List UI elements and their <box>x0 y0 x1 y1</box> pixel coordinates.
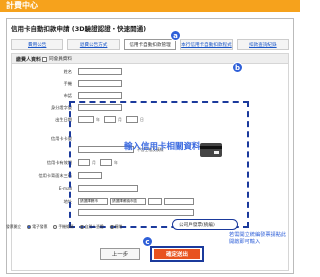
tab-auto-debit-management[interactable]: 信用卡自動扣款管理 <box>123 39 177 50</box>
tab-bank-card-auto-debit[interactable]: 本行信用卡自動扣款程式 <box>180 39 233 50</box>
field-label: 手機 <box>63 81 72 86</box>
section-header: 繳費人資料 同會員資料 <box>12 54 288 64</box>
mobile-input[interactable] <box>78 80 122 87</box>
invoice-radio-group: 發票開立 電子發票 手機條碼 自然人憑證 捐贈 <box>6 224 122 230</box>
tab-debit-records[interactable]: 扣款查詢紀錄 <box>236 39 290 50</box>
tax-id-tip: 若需開立統編發票請點此開啟即可輸入 <box>229 232 287 245</box>
field-label: 信用卡背面末三碼 <box>38 173 72 178</box>
form-row-name: 姓名 <box>12 67 288 76</box>
badge-b: b <box>232 62 243 73</box>
tab-fee-notice[interactable]: 費用公告 <box>11 39 64 50</box>
invoice-radio-label: 發票開立 <box>6 224 22 229</box>
company-invoice-option[interactable]: 公司戶發票(統編) <box>172 219 238 230</box>
header-bar: 計費中心 <box>0 0 300 12</box>
card-info-overlay-text: 輸入信用卡相關資料 <box>124 142 201 152</box>
same-as-member-checkbox[interactable]: 同會員資料 <box>42 56 72 62</box>
page-title: 信用卡自動扣款申請 (3D驗證認證・快速開通) <box>11 25 147 33</box>
company-invoice-label: 公司戶發票(統編) <box>179 223 215 228</box>
invoice-radio-option-3[interactable]: 自然人憑證 <box>79 224 104 230</box>
back-button[interactable]: 上一步 <box>100 248 140 260</box>
submit-button[interactable]: 確定送出 <box>154 249 200 259</box>
checkbox-box[interactable] <box>42 56 47 62</box>
radio-circle-icon[interactable] <box>79 225 84 229</box>
invoice-radio-option-2[interactable]: 手機條碼 <box>53 224 74 230</box>
badge-a: a <box>170 30 181 41</box>
invoice-radio-option-4[interactable]: 捐贈 <box>109 224 122 230</box>
tab-bar: 費用公告 退費公告方式 信用卡自動扣款管理 本行信用卡自動扣款程式 扣款查詢紀錄 <box>11 39 290 52</box>
radio-circle-icon[interactable] <box>27 225 32 229</box>
radio-circle-icon[interactable] <box>53 225 58 229</box>
invoice-radio-option-1[interactable]: 電子發票 <box>27 224 47 230</box>
form-row-mobile: 手機 <box>12 79 288 88</box>
tab-refund-notice[interactable]: 退費公告方式 <box>67 39 120 50</box>
field-label: 姓名 <box>63 69 72 74</box>
section-label: 繳費人資料 <box>16 57 42 63</box>
header-title: 計費中心 <box>6 1 38 10</box>
phone-input[interactable] <box>78 92 122 99</box>
radio-circle-icon[interactable] <box>109 225 114 229</box>
credit-card-icon <box>200 143 222 157</box>
field-label: 市話 <box>63 93 72 98</box>
card-info-callout <box>69 101 249 228</box>
submit-callout: 確定送出 <box>150 246 204 262</box>
same-as-member-label: 同會員資料 <box>49 57 72 62</box>
name-input[interactable] <box>78 68 122 75</box>
form-row-phone: 市話 <box>12 91 288 100</box>
